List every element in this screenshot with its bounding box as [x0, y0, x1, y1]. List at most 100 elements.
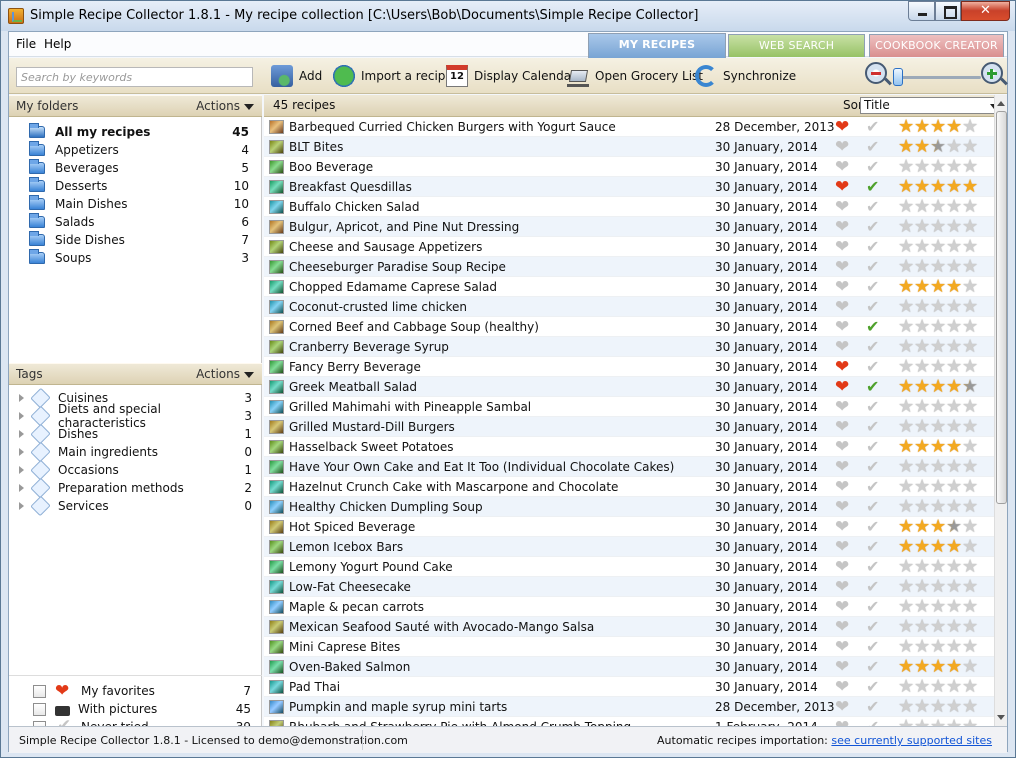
recipe-row[interactable]: Fancy Berry Beverage 30 January, 2014 ❤ ✔ ★ ★… — [264, 357, 994, 377]
star-icon[interactable]: ★ — [914, 638, 930, 656]
star-icon[interactable]: ★ — [914, 478, 930, 496]
star-icon[interactable]: ★ — [962, 358, 978, 376]
tried-check-icon[interactable]: ✔ — [866, 598, 879, 616]
close-button[interactable] — [961, 1, 1010, 21]
star-icon[interactable]: ★ — [930, 138, 946, 156]
favorite-heart-icon[interactable]: ❤ — [835, 117, 853, 137]
recipe-title[interactable]: Cranberry Beverage Syrup — [289, 340, 449, 354]
star-icon[interactable]: ★ — [930, 118, 946, 136]
star-icon[interactable]: ★ — [930, 558, 946, 576]
tried-check-icon[interactable]: ✔ — [866, 618, 879, 636]
star-icon[interactable]: ★ — [946, 558, 962, 576]
star-icon[interactable]: ★ — [962, 558, 978, 576]
recipe-title[interactable]: Oven-Baked Salmon — [289, 660, 410, 674]
rating-stars[interactable]: ★★★★★ — [898, 218, 982, 236]
favorite-heart-icon[interactable]: ❤ — [835, 497, 853, 517]
favorite-heart-icon[interactable]: ❤ — [835, 677, 853, 697]
star-icon[interactable]: ★ — [914, 518, 930, 536]
recipe-row[interactable]: Oven-Baked Salmon 30 January, 2014 ❤ ✔ ★ ★ ★ ★ ★ — [264, 657, 994, 677]
star-icon[interactable]: ★ — [930, 538, 946, 556]
recipe-row[interactable]: Hazelnut Crunch Cake with Mascarpone and… — [264, 477, 994, 497]
recipe-row[interactable]: Mexican Seafood Sauté with Avocado-Mango… — [264, 617, 994, 637]
rating-stars[interactable]: ★★★★★ — [898, 718, 982, 727]
star-icon[interactable]: ★ — [946, 598, 962, 616]
star-icon[interactable]: ★ — [898, 438, 914, 456]
recipe-row[interactable]: Maple & pecan carrots 30 January, 2014 ❤ ✔ ★… — [264, 597, 994, 617]
star-icon[interactable]: ★ — [946, 678, 962, 696]
filter-checkbox[interactable] — [33, 702, 46, 716]
star-icon[interactable]: ★ — [914, 198, 930, 216]
star-icon[interactable]: ★ — [946, 458, 962, 476]
star-icon[interactable]: ★ — [898, 298, 914, 316]
tried-check-icon[interactable]: ✔ — [866, 338, 879, 356]
star-icon[interactable]: ★ — [930, 518, 946, 536]
zoom-in-icon[interactable] — [981, 62, 1003, 84]
recipe-title[interactable]: Grilled Mustard-Dill Burgers — [289, 420, 455, 434]
star-icon[interactable]: ★ — [962, 258, 978, 276]
star-icon[interactable]: ★ — [898, 578, 914, 596]
tried-check-icon[interactable]: ✔ — [866, 538, 879, 556]
tried-check-icon[interactable]: ✔ — [866, 178, 879, 196]
star-icon[interactable]: ★ — [962, 638, 978, 656]
recipe-row[interactable]: Cranberry Beverage Syrup 30 January, 2014… — [264, 337, 994, 357]
star-icon[interactable]: ★ — [962, 598, 978, 616]
star-icon[interactable]: ★ — [898, 238, 914, 256]
star-icon[interactable]: ★ — [898, 318, 914, 336]
favorite-heart-icon[interactable]: ❤ — [835, 517, 853, 537]
sort-by-select[interactable]: Title — [860, 97, 1004, 114]
star-icon[interactable]: ★ — [946, 638, 962, 656]
star-icon[interactable]: ★ — [962, 458, 978, 476]
tried-check-icon[interactable]: ✔ — [866, 718, 879, 727]
star-icon[interactable]: ★ — [898, 678, 914, 696]
star-icon[interactable]: ★ — [930, 258, 946, 276]
rating-stars[interactable]: ★★★★★ — [898, 378, 982, 396]
star-icon[interactable]: ★ — [946, 698, 962, 716]
star-icon[interactable]: ★ — [946, 118, 962, 136]
recipe-title[interactable]: Healthy Chicken Dumpling Soup — [289, 500, 483, 514]
star-icon[interactable]: ★ — [946, 578, 962, 596]
recipe-row[interactable]: Hot Spiced Beverage 30 January, 2014 ❤ ✔ ★ ★ ★… — [264, 517, 994, 537]
star-icon[interactable]: ★ — [898, 658, 914, 676]
star-icon[interactable]: ★ — [898, 258, 914, 276]
star-icon[interactable]: ★ — [914, 438, 930, 456]
favorite-heart-icon[interactable]: ❤ — [835, 217, 853, 237]
favorite-heart-icon[interactable]: ❤ — [835, 137, 853, 157]
star-icon[interactable]: ★ — [946, 358, 962, 376]
search-input[interactable]: Search by keywords — [16, 67, 253, 87]
recipe-title[interactable]: Grilled Mahimahi with Pineapple Sambal — [289, 400, 531, 414]
star-icon[interactable]: ★ — [914, 178, 930, 196]
star-icon[interactable]: ★ — [946, 718, 962, 727]
star-icon[interactable]: ★ — [930, 638, 946, 656]
scrollbar-thumb[interactable] — [996, 111, 1007, 504]
recipe-row[interactable]: Low-Fat Cheesecake 30 January, 2014 ❤ ✔ ★ ★ ★ ★… — [264, 577, 994, 597]
tried-check-icon[interactable]: ✔ — [866, 418, 879, 436]
rating-stars[interactable]: ★★★★★ — [898, 178, 982, 196]
rating-stars[interactable]: ★★★★★ — [898, 278, 982, 296]
tried-check-icon[interactable]: ✔ — [866, 158, 879, 176]
star-icon[interactable]: ★ — [898, 718, 914, 727]
star-icon[interactable]: ★ — [898, 518, 914, 536]
filter-checkbox[interactable] — [33, 684, 46, 698]
star-icon[interactable]: ★ — [930, 678, 946, 696]
favorite-heart-icon[interactable]: ❤ — [835, 697, 853, 717]
tag-item[interactable]: Preparation methods 2 — [17, 477, 252, 499]
folder-item[interactable]: Soups 3 — [29, 249, 249, 267]
recipe-title[interactable]: Chopped Edamame Caprese Salad — [289, 280, 497, 294]
star-icon[interactable]: ★ — [914, 338, 930, 356]
star-icon[interactable]: ★ — [946, 518, 962, 536]
tried-check-icon[interactable]: ✔ — [866, 678, 879, 696]
star-icon[interactable]: ★ — [946, 298, 962, 316]
folders-actions-button[interactable]: Actions — [196, 96, 254, 116]
rating-stars[interactable]: ★★★★★ — [898, 398, 982, 416]
star-icon[interactable]: ★ — [946, 378, 962, 396]
star-icon[interactable]: ★ — [914, 258, 930, 276]
star-icon[interactable]: ★ — [962, 378, 978, 396]
star-icon[interactable]: ★ — [898, 198, 914, 216]
tab-cookbook-creator[interactable]: COOKBOOK CREATOR — [869, 34, 1004, 57]
recipe-title[interactable]: Buffalo Chicken Salad — [289, 200, 419, 214]
tried-check-icon[interactable]: ✔ — [866, 218, 879, 236]
rating-stars[interactable]: ★★★★★ — [898, 118, 982, 136]
tab-my-recipes[interactable]: MY RECIPES — [588, 33, 726, 58]
tried-check-icon[interactable]: ✔ — [866, 638, 879, 656]
star-icon[interactable]: ★ — [946, 498, 962, 516]
